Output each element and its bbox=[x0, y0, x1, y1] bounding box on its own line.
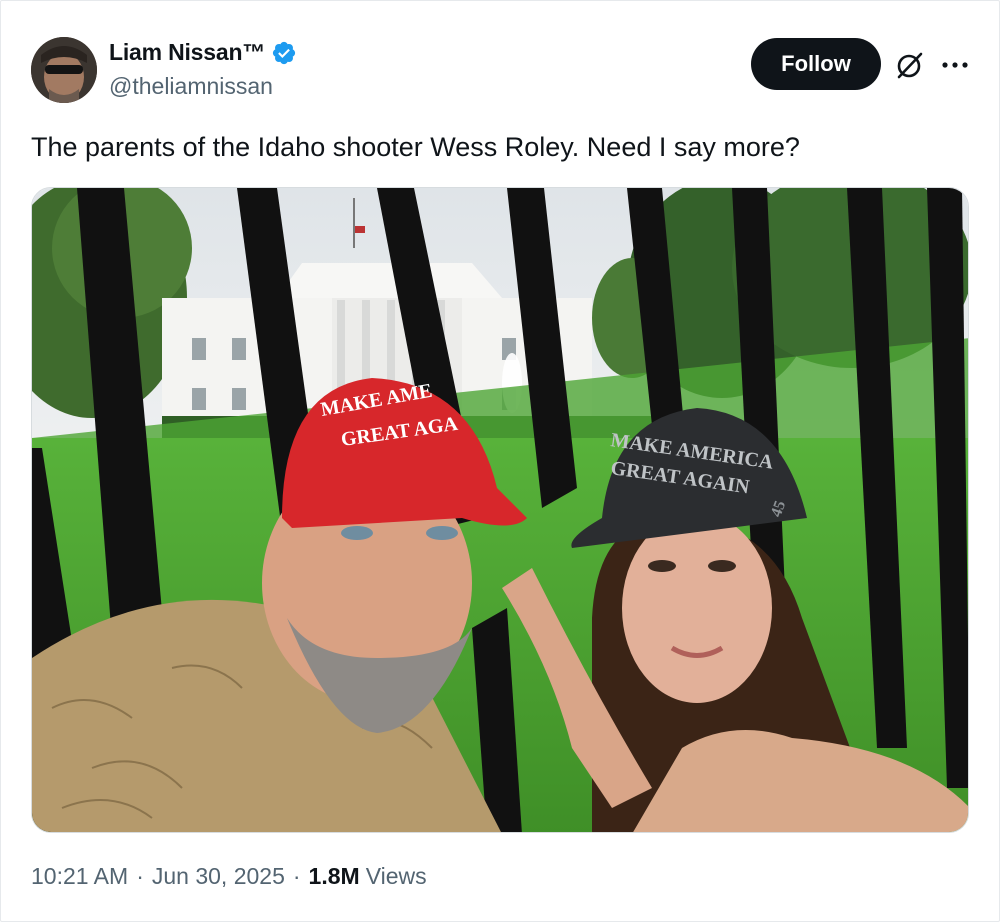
tweet-time[interactable]: 10:21 AM bbox=[31, 863, 128, 890]
author-handle[interactable]: @theliamnissan bbox=[109, 73, 273, 100]
follow-button[interactable]: Follow bbox=[751, 38, 881, 90]
author-display-name[interactable]: Liam Nissan™ bbox=[109, 39, 265, 66]
author-name-row: Liam Nissan™ bbox=[109, 39, 297, 66]
grok-icon[interactable] bbox=[894, 49, 926, 81]
meta-separator: · bbox=[136, 863, 144, 889]
views-label: Views bbox=[365, 863, 427, 889]
more-dots-icon[interactable] bbox=[937, 51, 973, 79]
tweet-card: Liam Nissan™ @theliamnissan Follow The p… bbox=[0, 0, 1000, 922]
views-count: 1.8M bbox=[308, 863, 360, 889]
selfie-photo-illustration: MAKE AME GREAT AGA MAKE AMERICA GREAT AG… bbox=[32, 188, 968, 832]
tweet-date[interactable]: Jun 30, 2025 bbox=[152, 863, 285, 890]
meta-separator: · bbox=[292, 863, 301, 889]
tweet-meta: 10:21 AM · Jun 30, 2025 · 1.8M Views bbox=[31, 863, 427, 890]
tweet-photo[interactable]: MAKE AME GREAT AGA MAKE AMERICA GREAT AG… bbox=[31, 187, 969, 833]
verified-badge-icon bbox=[271, 40, 297, 66]
author-avatar[interactable] bbox=[31, 37, 97, 103]
tweet-text: The parents of the Idaho shooter Wess Ro… bbox=[31, 132, 800, 162]
